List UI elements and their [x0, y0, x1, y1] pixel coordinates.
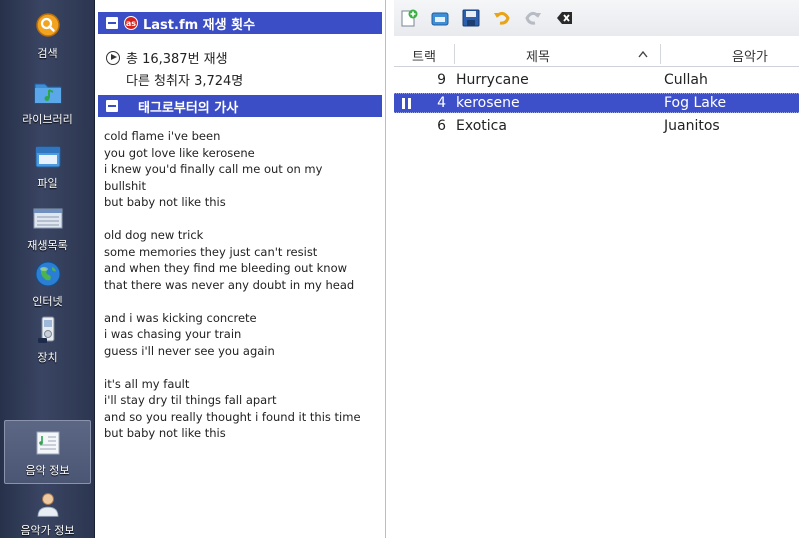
track-title: Hurrycane — [456, 72, 529, 88]
lyrics-line: you got love like kerosene — [104, 145, 255, 160]
track-number: 9 — [437, 72, 446, 88]
track-artist: Cullah — [664, 72, 708, 88]
collapse-icon[interactable] — [106, 17, 118, 29]
playlist-icon — [33, 208, 62, 229]
file-icon — [35, 146, 60, 168]
playlist-header: 트랙 제목 음악가 — [394, 42, 799, 67]
column-divider[interactable] — [660, 44, 661, 64]
play-count-icon — [106, 50, 120, 65]
sidebar-item-label: 장치 — [37, 351, 58, 364]
lyrics-line: but baby not like this — [104, 426, 226, 440]
play-count-text: 총 16,387번 재생 — [126, 52, 228, 67]
save-icon — [462, 9, 480, 27]
artist-info-icon — [37, 493, 58, 517]
lyrics-line — [104, 211, 384, 228]
lyrics-line: bullshit — [104, 178, 146, 193]
clear-playlist-button[interactable] — [553, 7, 575, 29]
sidebar-item-label: 음악가 정보 — [20, 524, 75, 537]
sidebar-item-artist-info[interactable]: 음악가 정보 — [4, 484, 91, 538]
lyrics-line — [104, 293, 384, 310]
track-title: kerosene — [456, 95, 520, 111]
lastfm-plays: 총 16,387번 재생 — [106, 48, 228, 67]
sidebar: 검색 라이브러리 파일 재생목록 인터넷 장치 음악 정보 음악가 정보 — [0, 0, 95, 538]
track-artist: Fog Lake — [664, 95, 727, 111]
track-number: 4 — [437, 95, 446, 111]
search-icon — [35, 13, 60, 37]
lyrics-line: old dog new trick — [104, 228, 204, 242]
lyrics-line: that there was never any doubt in my hea… — [104, 277, 355, 292]
undo-button[interactable] — [491, 7, 513, 29]
sidebar-item-label: 파일 — [37, 177, 58, 190]
lyrics-line: and when they find me bleeding out know — [104, 261, 348, 275]
device-icon — [37, 316, 54, 343]
column-header-track[interactable]: 트랙 — [412, 46, 436, 65]
load-icon — [431, 12, 449, 26]
info-panel: as Last.fm 재생 횟수 총 16,387번 재생 다른 청취자 3,7… — [96, 0, 386, 538]
playlist-row-playing[interactable]: 4 kerosene Fog Lake — [394, 93, 799, 113]
sidebar-item-label: 인터넷 — [32, 295, 63, 308]
lyrics-line: some memories they just can't resist — [104, 244, 318, 259]
sidebar-item-library[interactable]: 라이브러리 — [4, 70, 91, 134]
new-playlist-button[interactable] — [398, 7, 420, 29]
lastfm-section-title: Last.fm 재생 횟수 — [143, 17, 256, 33]
sidebar-item-label: 검색 — [37, 47, 58, 60]
lyrics-line — [104, 359, 384, 376]
new-playlist-icon — [401, 9, 418, 27]
column-header-title[interactable]: 제목 — [526, 46, 550, 65]
internet-icon — [35, 261, 60, 287]
sidebar-item-label: 음악 정보 — [25, 464, 70, 477]
sidebar-item-playlist[interactable]: 재생목록 — [4, 196, 91, 260]
lyrics-text: cold flame i've been you got love like ke… — [104, 128, 384, 442]
lastfm-section-header[interactable]: as Last.fm 재생 횟수 — [98, 12, 382, 34]
track-artist: Juanitos — [664, 118, 720, 134]
lyrics-line: i was chasing your train — [104, 327, 242, 341]
collapse-icon[interactable] — [106, 100, 118, 112]
playlist-panel: 트랙 제목 음악가 9 Hurrycane Cullah 4 kerosene … — [394, 0, 799, 538]
lyrics-line: and i was kicking concrete — [104, 310, 257, 325]
listeners-count: 다른 청취자 3,724명 — [126, 74, 244, 89]
column-divider[interactable] — [454, 44, 455, 64]
redo-button[interactable] — [522, 7, 544, 29]
sidebar-item-label: 재생목록 — [27, 239, 68, 252]
lyrics-line: but baby not like this — [104, 195, 226, 209]
sidebar-item-internet[interactable]: 인터넷 — [4, 252, 91, 316]
lastfm-logo-icon: as — [124, 16, 138, 30]
playlist-toolbar — [394, 0, 799, 36]
redo-icon — [525, 11, 541, 25]
sidebar-item-song-info[interactable]: 음악 정보 — [4, 420, 91, 484]
load-playlist-button[interactable] — [429, 7, 451, 29]
column-header-artist[interactable]: 음악가 — [732, 46, 768, 65]
lyrics-line: and so you really thought i found it thi… — [104, 409, 361, 424]
lyrics-line: guess i'll never see you again — [104, 343, 275, 358]
sidebar-item-device[interactable]: 장치 — [4, 308, 91, 372]
lyrics-section-header[interactable]: 태그로부터의 가사 — [98, 95, 382, 117]
sidebar-item-search[interactable]: 검색 — [4, 4, 91, 68]
lyrics-section-title: 태그로부터의 가사 — [138, 100, 239, 116]
lyrics-line: i'll stay dry til things fall apart — [104, 393, 277, 407]
sidebar-item-label: 라이브러리 — [22, 113, 73, 126]
track-number: 6 — [437, 118, 446, 134]
playlist-row[interactable]: 9 Hurrycane Cullah — [394, 71, 799, 91]
track-title: Exotica — [456, 118, 507, 134]
save-playlist-button[interactable] — [460, 7, 482, 29]
clear-icon — [557, 12, 572, 24]
library-icon — [34, 83, 61, 104]
song-info-icon — [36, 431, 59, 455]
lyrics-line: cold flame i've been — [104, 129, 221, 143]
undo-icon — [494, 11, 510, 25]
lyrics-line: it's all my fault — [104, 376, 190, 391]
lyrics-line: i knew you'd finally call me out on my — [104, 162, 323, 176]
sidebar-item-file[interactable]: 파일 — [4, 134, 91, 198]
playlist-row[interactable]: 6 Exotica Juanitos — [394, 117, 799, 137]
sort-ascending-icon — [638, 51, 648, 58]
